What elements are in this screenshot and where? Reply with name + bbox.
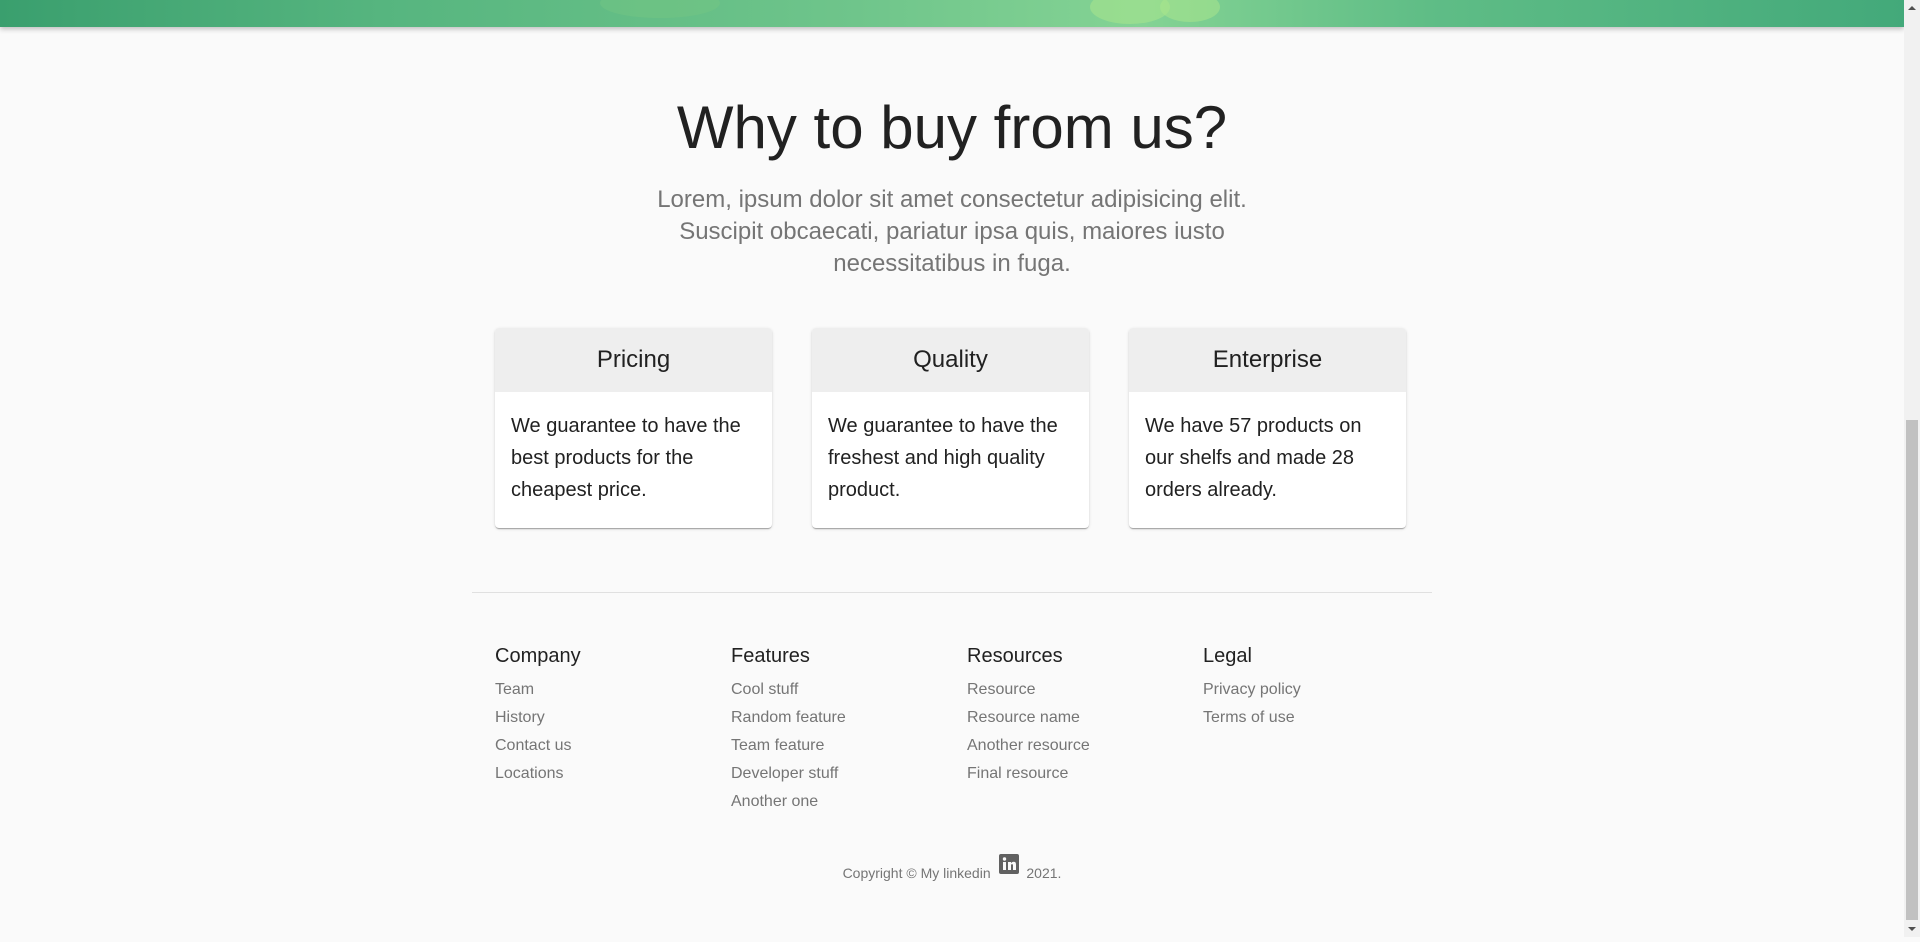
copyright-year: 2021. — [1026, 865, 1062, 881]
footer-link-terms-of-use[interactable]: Terms of use — [1203, 704, 1301, 732]
scrollbar-thumb[interactable] — [1906, 420, 1918, 920]
footer-link-random-feature[interactable]: Random feature — [731, 704, 846, 732]
card-title: Enterprise — [1212, 346, 1323, 373]
card-text: We guarantee to have the freshest and hi… — [828, 415, 1058, 501]
card-header: Pricing — [495, 328, 772, 392]
footer-divider — [472, 592, 1432, 593]
scroll-down-arrow-icon[interactable] — [1904, 921, 1920, 937]
footer-link-team-feature[interactable]: Team feature — [731, 732, 846, 760]
footer-link-another-resource[interactable]: Another resource — [967, 732, 1090, 760]
footer-link-final-resource[interactable]: Final resource — [967, 760, 1090, 788]
copyright-text: Copyright © My linkedin — [842, 865, 991, 881]
footer-heading: Resources — [967, 645, 1063, 667]
footer-link-team[interactable]: Team — [495, 676, 581, 704]
footer-heading: Company — [495, 645, 581, 667]
card-title: Quality — [913, 346, 988, 373]
scroll-up-arrow-icon[interactable] — [1904, 0, 1920, 16]
card-header: Quality — [812, 328, 1089, 392]
card-quality: Quality We guarantee to have the freshes… — [812, 328, 1089, 528]
footer-column-legal: Legal Privacy policy Terms of use — [1203, 644, 1301, 732]
footer-heading: Legal — [1203, 645, 1252, 667]
card-pricing: Pricing We guarantee to have the best pr… — [495, 328, 772, 528]
hero-image-strip — [0, 0, 1904, 27]
footer-link-resource-name[interactable]: Resource name — [967, 704, 1090, 732]
page: Why to buy from us? Lorem, ipsum dolor s… — [0, 0, 1904, 937]
footer-link-privacy-policy[interactable]: Privacy policy — [1203, 676, 1301, 704]
section-subtitle: Lorem, ipsum dolor sit amet consectetur … — [657, 186, 1247, 277]
footer-link-developer-stuff[interactable]: Developer stuff — [731, 760, 846, 788]
footer-link-another-one[interactable]: Another one — [731, 788, 846, 816]
footer-column-company: Company Team History Contact us Location… — [495, 644, 581, 788]
feature-cards: Pricing We guarantee to have the best pr… — [495, 328, 1409, 528]
footer-link-history[interactable]: History — [495, 704, 581, 732]
footer-link-contact-us[interactable]: Contact us — [495, 732, 581, 760]
linkedin-icon[interactable] — [998, 854, 1019, 874]
card-title: Pricing — [596, 346, 671, 373]
footer-link-cool-stuff[interactable]: Cool stuff — [731, 676, 846, 704]
footer-link-resource[interactable]: Resource — [967, 676, 1090, 704]
card-header: Enterprise — [1129, 328, 1406, 392]
vertical-scrollbar[interactable] — [1904, 0, 1920, 937]
footer-column-resources: Resources Resource Resource name Another… — [967, 644, 1090, 788]
card-text: We have 57 products on our shelfs and ma… — [1145, 415, 1362, 501]
card-text: We guarantee to have the best products f… — [511, 415, 741, 501]
footer-heading: Features — [731, 645, 810, 667]
footer-link-locations[interactable]: Locations — [495, 760, 581, 788]
card-enterprise: Enterprise We have 57 products on our sh… — [1129, 328, 1406, 528]
copyright: Copyright © My linkedin 2021. — [0, 854, 1904, 885]
footer-column-features: Features Cool stuff Random feature Team … — [731, 644, 846, 816]
section-title: Why to buy from us? — [676, 94, 1228, 161]
